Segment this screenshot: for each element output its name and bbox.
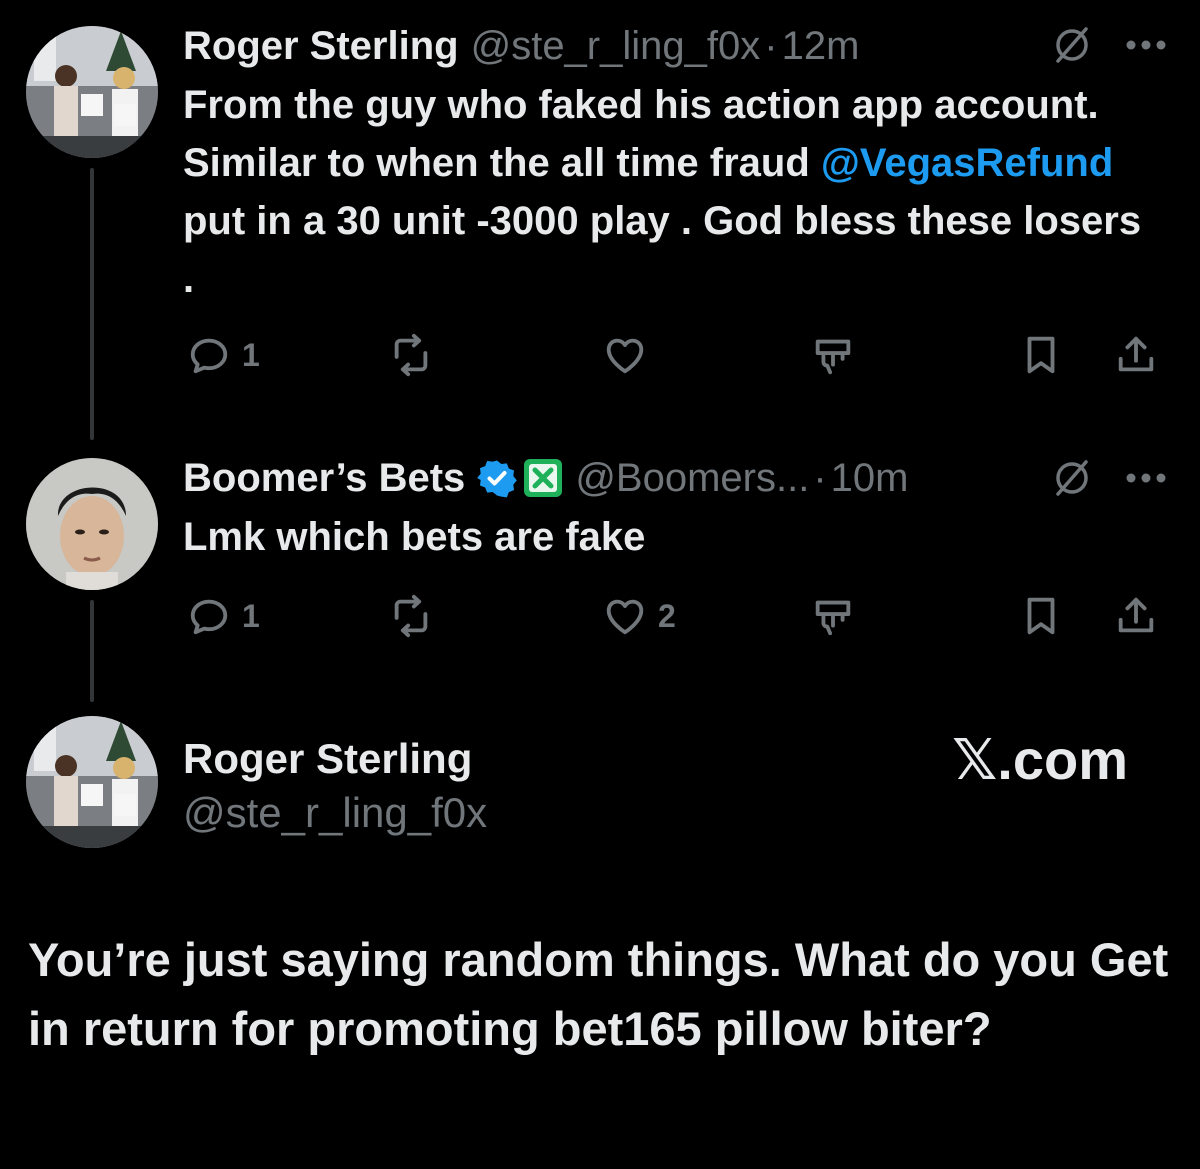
reply-icon — [190, 599, 228, 635]
avatar[interactable] — [26, 26, 158, 158]
quoted-tweet-text: You’re just saying random things. What d… — [28, 933, 1169, 1055]
affiliate-badge-icon — [524, 459, 563, 497]
views-icon — [815, 339, 851, 375]
bookmark-button[interactable] — [1018, 330, 1064, 380]
separator-dot: · — [813, 456, 827, 500]
verified-badge-icon — [477, 460, 518, 498]
views-button[interactable] — [810, 591, 866, 641]
grok-icon[interactable] — [1052, 25, 1092, 65]
repost-button[interactable] — [388, 591, 444, 641]
like-count: 2 — [658, 597, 676, 634]
avatar[interactable] — [26, 458, 158, 590]
tweet-header: Roger Sterling @ste_r_ling_f0x · 12m — [183, 21, 859, 71]
views-button[interactable] — [810, 330, 866, 380]
quoted-author-handle[interactable]: @ste_r_ling_f0x — [183, 787, 487, 839]
views-icon — [815, 600, 851, 636]
tweet-text-part: Lmk which bets are fake — [183, 515, 646, 559]
bookmark-icon — [1027, 597, 1055, 635]
tweet-text: From the guy who faked his action app ac… — [183, 76, 1143, 308]
like-button[interactable]: 2 — [602, 591, 676, 641]
grok-icon[interactable] — [1052, 458, 1092, 498]
reply-count: 1 — [242, 597, 260, 634]
like-button[interactable] — [602, 330, 658, 380]
reply-count: 1 — [242, 336, 260, 373]
tweet-text-part: put in a 30 unit -3000 play . God bless … — [183, 199, 1142, 301]
x-com-logo: 𝕏.com — [952, 728, 1128, 791]
share-icon — [1118, 597, 1154, 633]
tweet-header: Boomer’s Bets @Boomers... · 10m — [183, 453, 908, 503]
share-icon — [1118, 336, 1154, 372]
heart-icon — [606, 599, 644, 635]
author-name[interactable]: Boomer’s Bets — [183, 453, 465, 503]
repost-icon — [394, 594, 428, 638]
repost-icon — [394, 333, 428, 377]
reply-button[interactable]: 1 — [186, 591, 260, 641]
tweet-text: Lmk which bets are fake — [183, 508, 1143, 566]
more-icon[interactable] — [1124, 471, 1168, 485]
mention-link[interactable]: @VegasRefund — [821, 141, 1113, 185]
tweet-actions: 1 — [183, 330, 1173, 380]
avatar[interactable] — [26, 716, 158, 848]
thread-line — [90, 600, 94, 702]
repost-button[interactable] — [388, 330, 444, 380]
tweet-time[interactable]: 12m — [782, 21, 860, 71]
share-button[interactable] — [1113, 330, 1159, 380]
heart-icon — [606, 338, 644, 374]
tweet-time[interactable]: 10m — [831, 453, 909, 503]
thread-line — [90, 168, 94, 440]
author-handle[interactable]: @ste_r_ling_f0x — [471, 21, 761, 71]
reply-button[interactable]: 1 — [186, 330, 260, 380]
quoted-author-name[interactable]: Roger Sterling — [183, 733, 472, 785]
author-name[interactable]: Roger Sterling — [183, 21, 459, 71]
share-button[interactable] — [1113, 591, 1159, 641]
bookmark-icon — [1027, 336, 1055, 374]
bookmark-button[interactable] — [1018, 591, 1064, 641]
more-icon[interactable] — [1124, 38, 1168, 52]
separator-dot: · — [764, 24, 778, 68]
tweet-actions: 1 2 — [183, 591, 1173, 641]
reply-icon — [190, 338, 228, 374]
author-handle[interactable]: @Boomers... — [575, 453, 809, 503]
